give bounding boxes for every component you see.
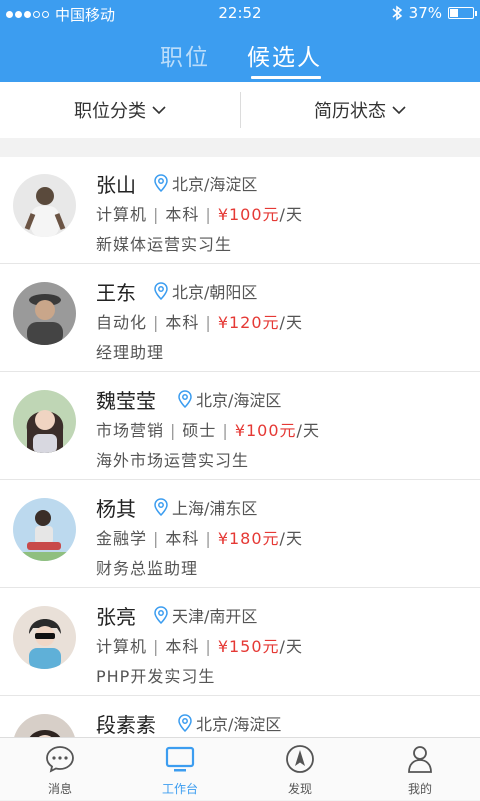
tab-me[interactable]: 我的 bbox=[360, 738, 480, 801]
candidate-row[interactable]: 段素素 北京/海淀区 bbox=[0, 697, 480, 737]
degree: 本科 bbox=[165, 529, 200, 548]
filter-resume-status[interactable]: 简历状态 bbox=[240, 82, 480, 138]
wage-unit: /天 bbox=[279, 637, 303, 656]
avatar bbox=[13, 606, 76, 669]
tab-label: 工作台 bbox=[161, 782, 198, 796]
degree: 本科 bbox=[165, 313, 200, 332]
avatar bbox=[13, 714, 76, 737]
applied-position: 经理助理 bbox=[96, 343, 165, 362]
battery-percent: 37% bbox=[408, 4, 442, 22]
status-bar: 中国移动 22:52 37% bbox=[0, 0, 480, 26]
chevron-down-icon bbox=[152, 106, 166, 115]
applied-position: PHP开发实习生 bbox=[96, 667, 216, 686]
filter-label: 职位分类 bbox=[74, 101, 146, 122]
wage-unit: /天 bbox=[279, 529, 303, 548]
monitor-icon bbox=[165, 746, 195, 772]
avatar bbox=[13, 390, 76, 453]
degree: 本科 bbox=[165, 205, 200, 224]
chevron-down-icon bbox=[392, 106, 406, 115]
avatar bbox=[13, 282, 76, 345]
candidate-location: 北京/海淀区 bbox=[178, 711, 281, 735]
candidate-info: 金融学 | 本科 | ¥180元/天 bbox=[96, 529, 303, 548]
tab-label: 发现 bbox=[287, 782, 312, 796]
avatar bbox=[13, 498, 76, 561]
candidate-info: 自动化 | 本科 | ¥120元/天 bbox=[96, 313, 303, 332]
tab-label: 我的 bbox=[407, 782, 432, 796]
major: 计算机 bbox=[96, 205, 148, 224]
tab-candidates[interactable]: 候选人 bbox=[247, 38, 322, 72]
daily-wage: ¥100元 bbox=[217, 205, 280, 224]
tab-discover[interactable]: 发现 bbox=[240, 738, 360, 801]
candidate-info: 计算机 | 本科 | ¥150元/天 bbox=[96, 637, 303, 656]
chat-icon bbox=[46, 746, 74, 773]
candidate-location: 北京/海淀区 bbox=[154, 171, 257, 195]
top-tabs: 职位 候选人 bbox=[0, 32, 480, 82]
candidate-row[interactable]: 张山 北京/海淀区 计算机 | 本科 | ¥100元/天 新媒体运营实习生 bbox=[0, 157, 480, 264]
filter-bar: 职位分类 简历状态 bbox=[0, 82, 480, 138]
candidate-location: 北京/朝阳区 bbox=[154, 279, 257, 303]
location-pin-icon bbox=[154, 174, 168, 192]
applied-position: 新媒体运营实习生 bbox=[96, 235, 233, 254]
filter-position-category[interactable]: 职位分类 bbox=[0, 82, 240, 138]
bluetooth-icon bbox=[392, 5, 402, 21]
major: 计算机 bbox=[96, 637, 148, 656]
candidate-list: 张山 北京/海淀区 计算机 | 本科 | ¥100元/天 新媒体运营实习生 王东 北京/… bbox=[0, 157, 480, 737]
candidate-name: 段素素 bbox=[96, 713, 156, 737]
location-text: 天津/南开区 bbox=[172, 607, 258, 626]
location-text: 北京/海淀区 bbox=[196, 715, 282, 734]
candidate-name: 张山 bbox=[96, 173, 136, 197]
avatar bbox=[13, 174, 76, 237]
wage-unit: /天 bbox=[279, 313, 303, 332]
person-icon bbox=[408, 746, 432, 773]
applied-position: 海外市场运营实习生 bbox=[96, 451, 250, 470]
location-text: 北京/朝阳区 bbox=[172, 283, 258, 302]
location-pin-icon bbox=[154, 498, 168, 516]
applied-position: 财务总监助理 bbox=[96, 559, 199, 578]
major: 市场营销 bbox=[96, 421, 165, 440]
major: 金融学 bbox=[96, 529, 148, 548]
tab-positions[interactable]: 职位 bbox=[160, 38, 210, 72]
wage-unit: /天 bbox=[279, 205, 303, 224]
candidate-location: 天津/南开区 bbox=[154, 603, 257, 627]
candidate-info: 市场营销 | 硕士 | ¥100元/天 bbox=[96, 421, 320, 440]
candidate-row[interactable]: 张亮 天津/南开区 计算机 | 本科 | ¥150元/天 PHP开发实习生 bbox=[0, 589, 480, 696]
candidate-row[interactable]: 王东 北京/朝阳区 自动化 | 本科 | ¥120元/天 经理助理 bbox=[0, 265, 480, 372]
daily-wage: ¥180元 bbox=[217, 529, 280, 548]
tab-messages[interactable]: 消息 bbox=[0, 738, 120, 801]
location-pin-icon bbox=[154, 282, 168, 300]
daily-wage: ¥100元 bbox=[234, 421, 297, 440]
location-pin-icon bbox=[178, 714, 192, 732]
active-tab-indicator bbox=[251, 76, 321, 79]
degree: 本科 bbox=[165, 637, 200, 656]
tab-label: 消息 bbox=[47, 782, 72, 796]
location-pin-icon bbox=[154, 606, 168, 624]
daily-wage: ¥150元 bbox=[217, 637, 280, 656]
degree: 硕士 bbox=[182, 421, 217, 440]
candidate-location: 上海/浦东区 bbox=[154, 495, 257, 519]
candidate-name: 魏莹莹 bbox=[96, 389, 156, 413]
candidate-location: 北京/海淀区 bbox=[178, 387, 281, 411]
location-text: 北京/海淀区 bbox=[196, 391, 282, 410]
daily-wage: ¥120元 bbox=[217, 313, 280, 332]
candidate-row[interactable]: 魏莹莹 北京/海淀区 市场营销 | 硕士 | ¥100元/天 海外市场运营实习生 bbox=[0, 373, 480, 480]
compass-icon bbox=[286, 745, 314, 773]
candidate-name: 王东 bbox=[96, 281, 136, 305]
header: 中国移动 22:52 37% 职位 候选人 bbox=[0, 0, 480, 82]
tab-workbench[interactable]: 工作台 bbox=[120, 738, 240, 801]
candidate-name: 杨其 bbox=[96, 497, 136, 521]
bottom-tab-bar: 消息 工作台 发现 我的 bbox=[0, 737, 480, 800]
major: 自动化 bbox=[96, 313, 148, 332]
wage-unit: /天 bbox=[296, 421, 320, 440]
candidate-row[interactable]: 杨其 上海/浦东区 金融学 | 本科 | ¥180元/天 财务总监助理 bbox=[0, 481, 480, 588]
candidate-info: 计算机 | 本科 | ¥100元/天 bbox=[96, 205, 303, 224]
location-text: 上海/浦东区 bbox=[172, 499, 258, 518]
battery-icon bbox=[448, 7, 477, 19]
candidate-name: 张亮 bbox=[96, 605, 136, 629]
filter-label: 简历状态 bbox=[314, 101, 386, 122]
status-right: 37% bbox=[391, 4, 477, 22]
location-text: 北京/海淀区 bbox=[172, 175, 258, 194]
location-pin-icon bbox=[178, 390, 192, 408]
